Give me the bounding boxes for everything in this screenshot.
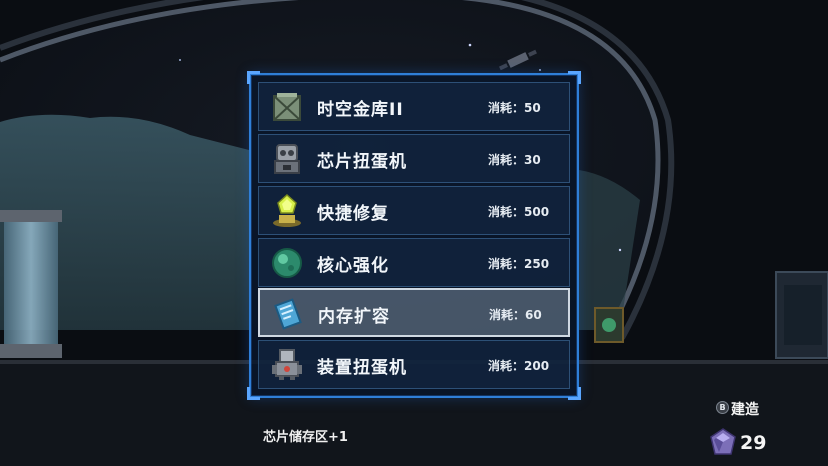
- build-menu-panel: 时空金库II 消耗：50 芯片扭蛋机 消耗：30 快捷修复 消耗：500 核心强…: [247, 71, 581, 400]
- build-item-spacetime-vault[interactable]: 时空金库II 消耗：50: [258, 82, 570, 131]
- build-item-cost: 消耗：500: [488, 205, 550, 219]
- build-item-cost: 消耗：50: [488, 101, 541, 115]
- build-item-name: 核心强化: [317, 256, 389, 276]
- b-button-icon: B: [716, 401, 729, 414]
- vault-crate-icon: [273, 93, 301, 121]
- selected-item-description: 芯片储存区+1: [263, 430, 348, 445]
- core-orb-icon: [272, 248, 302, 278]
- build-item-cost: 消耗：30: [488, 153, 541, 167]
- build-item-name: 芯片扭蛋机: [317, 152, 407, 172]
- build-item-memory-expansion[interactable]: 内存扩容 消耗：60: [258, 288, 570, 337]
- build-item-name: 快捷修复: [317, 204, 389, 224]
- build-item-cost: 消耗：200: [488, 359, 550, 373]
- build-item-name: 内存扩容: [318, 307, 390, 327]
- quick-repair-pad-icon: [273, 193, 301, 227]
- crystal-gem-icon: [710, 428, 736, 455]
- build-item-chip-gacha-machine[interactable]: 芯片扭蛋机 消耗：30: [258, 134, 570, 183]
- build-item-name: 装置扭蛋机: [317, 358, 407, 378]
- build-item-cost: 消耗：60: [489, 308, 542, 322]
- build-item-core-enhance[interactable]: 核心强化 消耗：250: [258, 238, 570, 287]
- build-item-cost: 消耗：250: [488, 257, 550, 271]
- build-item-name: 时空金库II: [317, 100, 404, 120]
- currency-amount: 29: [740, 432, 767, 454]
- device-gacha-machine-icon: [272, 349, 302, 380]
- chip-gacha-machine-icon: [274, 144, 300, 174]
- memory-scroll-icon: [274, 298, 302, 330]
- build-label: 建造: [731, 402, 759, 418]
- build-item-quick-repair[interactable]: 快捷修复 消耗：500: [258, 186, 570, 235]
- build-item-device-gacha-machine[interactable]: 装置扭蛋机 消耗：200: [258, 340, 570, 389]
